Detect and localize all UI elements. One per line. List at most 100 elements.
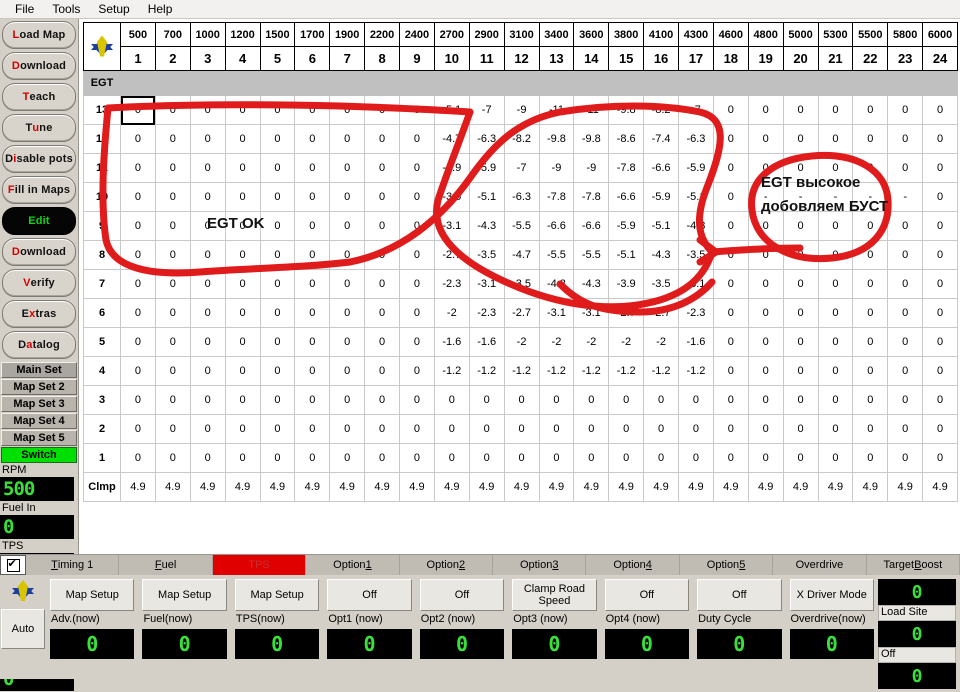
cell-r2-c15[interactable]: 0 — [608, 414, 645, 444]
cell-r8-c13[interactable]: -5.5 — [538, 240, 575, 270]
channel-mode-button-1[interactable]: Map Setup — [50, 579, 135, 611]
cell-r5-c23[interactable]: 0 — [887, 327, 924, 357]
cell-r10-c20[interactable]: - — [782, 182, 819, 212]
enable-checkbox[interactable] — [0, 555, 26, 575]
cell-r13-c9[interactable]: 0 — [399, 95, 435, 125]
cell-r2-c11[interactable]: 0 — [468, 414, 505, 444]
cell-r3-c16[interactable]: 0 — [643, 385, 679, 415]
cell-r3-c19[interactable]: 0 — [747, 385, 784, 415]
cell-r2-c9[interactable]: 0 — [399, 414, 435, 444]
channel-mode-button-8[interactable]: Off — [697, 579, 782, 611]
cell-r13-c23[interactable]: 0 — [887, 95, 924, 125]
map-set-2[interactable]: Map Set 2 — [1, 379, 77, 395]
cell-r9-c8[interactable]: 0 — [364, 211, 400, 241]
cell-r12-c1[interactable]: 0 — [120, 124, 156, 154]
auto-button[interactable]: Auto — [1, 609, 45, 649]
cell-r10-c5[interactable]: 0 — [259, 182, 296, 212]
cell-r12-c10[interactable]: -4.7 — [433, 124, 470, 154]
cell-r5-c20[interactable]: 0 — [782, 327, 819, 357]
cell-r8-c24[interactable]: 0 — [922, 240, 958, 270]
cell-r1-c16[interactable]: 0 — [643, 443, 679, 473]
cell-r3-c22[interactable]: 0 — [852, 385, 889, 415]
cell-r1-c6[interactable]: 0 — [294, 443, 331, 473]
channel-mode-button-2[interactable]: Map Setup — [142, 579, 227, 611]
cell-r9-c23[interactable]: 0 — [887, 211, 924, 241]
cell-r12-c15[interactable]: -8.6 — [608, 124, 645, 154]
cell-r13-c24[interactable]: 0 — [922, 95, 958, 125]
cell-r1-c3[interactable]: 0 — [189, 443, 226, 473]
cell-r10-c24[interactable]: 0 — [922, 182, 958, 212]
sidebar-button-load-map[interactable]: Load Map — [2, 21, 76, 49]
cell-r3-c5[interactable]: 0 — [259, 385, 296, 415]
cell-r11-c6[interactable]: 0 — [294, 153, 331, 183]
sidebar-button-fill-in-maps[interactable]: Fill in Maps — [2, 176, 76, 204]
cell-r4-c12[interactable]: -1.2 — [503, 356, 540, 386]
channel-mode-button-4[interactable]: Off — [327, 579, 412, 611]
cell-r6-c9[interactable]: 0 — [399, 298, 435, 328]
clamp-cell-5[interactable]: 4.9 — [259, 472, 296, 502]
cell-r10-c12[interactable]: -6.3 — [503, 182, 540, 212]
cell-r10-c19[interactable]: - — [747, 182, 784, 212]
tab-option-2[interactable]: Option 2 — [399, 555, 494, 575]
cell-r2-c5[interactable]: 0 — [259, 414, 296, 444]
cell-r4-c18[interactable]: 0 — [712, 356, 749, 386]
cell-r9-c5[interactable]: 0 — [259, 211, 296, 241]
cell-r9-c15[interactable]: -5.9 — [608, 211, 645, 241]
cell-r6-c16[interactable]: -2.7 — [643, 298, 679, 328]
cell-r13-c20[interactable]: 0 — [782, 95, 819, 125]
cell-r6-c19[interactable]: 0 — [747, 298, 784, 328]
cell-r1-c19[interactable]: 0 — [747, 443, 784, 473]
cell-r4-c17[interactable]: -1.2 — [678, 356, 714, 386]
cell-r6-c6[interactable]: 0 — [294, 298, 331, 328]
cell-r10-c2[interactable]: 0 — [154, 182, 191, 212]
cell-r2-c17[interactable]: 0 — [678, 414, 714, 444]
cell-r2-c4[interactable]: 0 — [224, 414, 261, 444]
cell-r13-c2[interactable]: 0 — [154, 95, 191, 125]
cell-r11-c21[interactable]: 0 — [817, 153, 854, 183]
cell-r8-c3[interactable]: 0 — [189, 240, 226, 270]
clamp-cell-18[interactable]: 4.9 — [712, 472, 749, 502]
cell-r5-c8[interactable]: 0 — [364, 327, 400, 357]
cell-r2-c23[interactable]: 0 — [887, 414, 924, 444]
cell-r13-c8[interactable]: 0 — [364, 95, 400, 125]
cell-r1-c13[interactable]: 0 — [538, 443, 575, 473]
cell-r4-c14[interactable]: -1.2 — [573, 356, 610, 386]
clamp-cell-8[interactable]: 4.9 — [364, 472, 400, 502]
sidebar-button-download[interactable]: Download — [2, 52, 76, 80]
tab-overdrive[interactable]: Overdrive — [773, 555, 867, 575]
tab-option-3[interactable]: Option 3 — [493, 555, 587, 575]
cell-r4-c13[interactable]: -1.2 — [538, 356, 575, 386]
clamp-cell-13[interactable]: 4.9 — [538, 472, 575, 502]
cell-r4-c4[interactable]: 0 — [224, 356, 261, 386]
cell-r6-c20[interactable]: 0 — [782, 298, 819, 328]
cell-r2-c1[interactable]: 0 — [120, 414, 156, 444]
cell-r12-c4[interactable]: 0 — [224, 124, 261, 154]
cell-r7-c11[interactable]: -3.1 — [468, 269, 505, 299]
cell-r1-c5[interactable]: 0 — [259, 443, 296, 473]
cell-r11-c2[interactable]: 0 — [154, 153, 191, 183]
cell-r1-c18[interactable]: 0 — [712, 443, 749, 473]
cell-r8-c16[interactable]: -4.3 — [643, 240, 679, 270]
cell-r1-c20[interactable]: 0 — [782, 443, 819, 473]
cell-r13-c14[interactable]: -11 — [573, 95, 610, 125]
clamp-cell-16[interactable]: 4.9 — [643, 472, 679, 502]
clamp-cell-4[interactable]: 4.9 — [224, 472, 261, 502]
clamp-cell-23[interactable]: 4.9 — [887, 472, 924, 502]
clamp-cell-10[interactable]: 4.9 — [433, 472, 470, 502]
cell-r9-c17[interactable]: -4.3 — [678, 211, 714, 241]
cell-r2-c22[interactable]: 0 — [852, 414, 889, 444]
cell-r7-c21[interactable]: 0 — [817, 269, 854, 299]
cell-r5-c7[interactable]: 0 — [329, 327, 366, 357]
sidebar-button-extras[interactable]: Ex tras — [2, 300, 76, 328]
cell-r6-c8[interactable]: 0 — [364, 298, 400, 328]
cell-r7-c7[interactable]: 0 — [329, 269, 366, 299]
cell-r5-c21[interactable]: 0 — [817, 327, 854, 357]
cell-r2-c14[interactable]: 0 — [573, 414, 610, 444]
cell-r5-c22[interactable]: 0 — [852, 327, 889, 357]
cell-r4-c21[interactable]: 0 — [817, 356, 854, 386]
cell-r8-c11[interactable]: -3.5 — [468, 240, 505, 270]
cell-r11-c18[interactable]: 0 — [712, 153, 749, 183]
cell-r12-c24[interactable]: 0 — [922, 124, 958, 154]
cell-r12-c3[interactable]: 0 — [189, 124, 226, 154]
cell-r7-c16[interactable]: -3.5 — [643, 269, 679, 299]
